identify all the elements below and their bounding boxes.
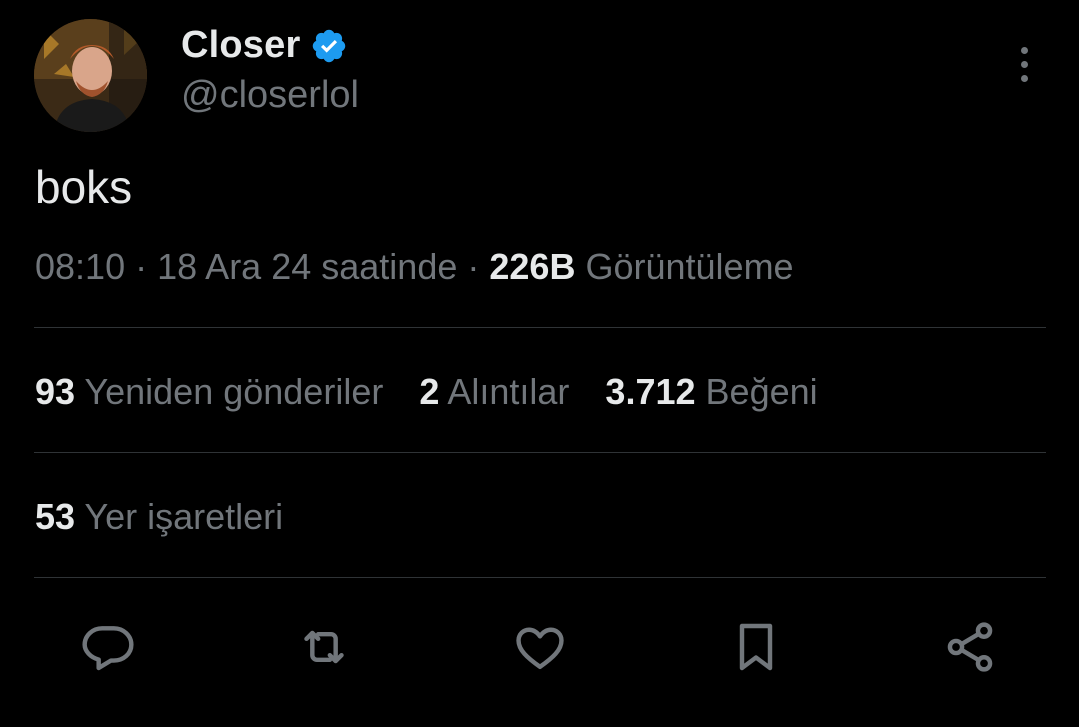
like-icon [516,627,564,670]
meta-separator: · [467,246,480,287]
engagement-stats: 93 Yeniden gönderiler 2 Alıntılar 3.712 … [35,371,854,413]
more-options-icon[interactable] [1004,42,1044,86]
retweets-label: Yeniden gönderiler [84,371,384,412]
reply-button[interactable] [76,615,140,679]
retweet-button[interactable] [292,615,356,679]
bookmark-stats: 53 Yer işaretleri [35,496,319,538]
views-label: Görüntüleme [585,246,794,287]
like-button[interactable] [508,615,572,679]
bookmark-icon [739,623,773,671]
share-icon [947,622,993,672]
bookmarks-stat[interactable]: 53 Yer işaretleri [35,496,283,538]
avatar[interactable] [34,19,147,132]
avatar-image [34,19,147,132]
bookmarks-label: Yer işaretleri [84,496,284,537]
tweet-date[interactable]: 18 Ara 24 saatinde [157,246,457,287]
quotes-label: Alıntılar [447,371,570,412]
verified-badge-icon [310,27,348,65]
retweet-icon [304,630,344,664]
share-button[interactable] [938,615,1002,679]
divider [34,452,1046,453]
tweet-time[interactable]: 08:10 [35,246,125,287]
quotes-count: 2 [419,371,440,412]
quotes-stat[interactable]: 2 Alıntılar [419,371,569,413]
bookmark-button[interactable] [724,615,788,679]
divider [34,327,1046,328]
retweets-count: 93 [35,371,76,412]
reply-icon [82,626,134,671]
action-bar [0,615,1079,679]
bookmarks-count: 53 [35,496,76,537]
tweet-meta: 08:10 · 18 Ara 24 saatinde · 226B Görünt… [35,246,794,288]
views-count: 226B [489,246,576,287]
author-name[interactable]: Closer [181,24,300,67]
likes-count: 3.712 [605,371,696,412]
likes-stat[interactable]: 3.712 Beğeni [605,371,817,413]
meta-separator: · [135,246,148,287]
retweets-stat[interactable]: 93 Yeniden gönderiler [35,371,383,413]
tweet-text: boks [35,161,133,213]
likes-label: Beğeni [705,371,818,412]
divider [34,577,1046,578]
author-handle[interactable]: @closerlol [181,74,359,117]
